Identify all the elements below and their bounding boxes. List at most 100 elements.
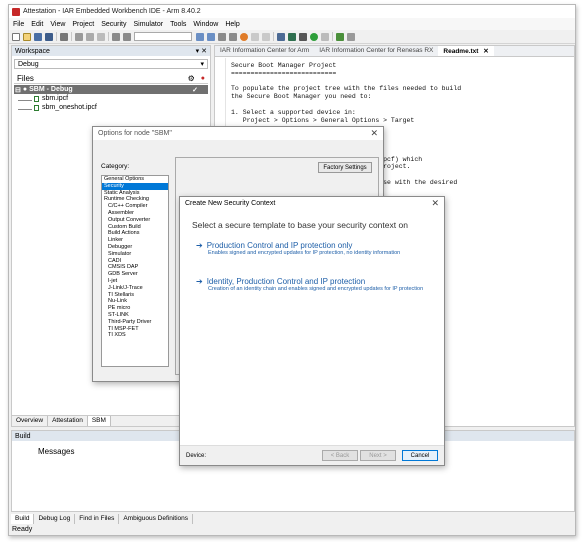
tab-readme[interactable]: Readme.txt ✕ — [438, 46, 494, 56]
copy-icon[interactable] — [86, 32, 94, 41]
tab-sbm[interactable]: SBM — [87, 416, 111, 426]
close-icon[interactable]: ✕ — [370, 128, 378, 139]
security-icon[interactable] — [336, 32, 344, 41]
tree-item-label: SBM - Debug — [29, 86, 73, 93]
cancel-button[interactable]: Cancel — [402, 450, 438, 461]
close-icon[interactable]: ✕ — [483, 48, 488, 55]
category-item[interactable]: CADI — [102, 258, 168, 265]
toolbar-separator — [108, 32, 109, 41]
collapse-icon[interactable]: ⊟ — [15, 86, 21, 94]
category-item[interactable]: J-Link/J-Trace — [102, 285, 168, 292]
print-icon[interactable] — [60, 32, 68, 41]
category-item[interactable]: CMSIS DAP — [102, 264, 168, 271]
category-item[interactable]: GDB Server — [102, 271, 168, 278]
category-item[interactable]: Assembler — [102, 210, 168, 217]
category-item[interactable]: Third-Party Driver — [102, 319, 168, 326]
find-previous-icon[interactable] — [196, 32, 204, 41]
category-item[interactable]: General Options — [102, 176, 168, 183]
redo-icon[interactable] — [123, 32, 131, 41]
tree-file-sbm-ipcf[interactable]: sbm.ipcf — [14, 94, 208, 103]
factory-settings-button[interactable]: Factory Settings — [318, 162, 372, 173]
make-icon[interactable] — [288, 32, 296, 41]
category-item[interactable]: Build Actions — [102, 230, 168, 237]
category-item[interactable]: TI XDS — [102, 332, 168, 339]
cut-icon[interactable] — [75, 32, 83, 41]
download-debug-icon[interactable] — [310, 32, 318, 41]
tab-ambiguous-definitions[interactable]: Ambiguous Definitions — [119, 514, 194, 524]
compile-icon[interactable] — [277, 32, 285, 41]
open-icon[interactable] — [23, 32, 31, 41]
category-item[interactable]: I-jet — [102, 278, 168, 285]
category-list[interactable]: General Options Security Static Analysis Ru… — [101, 175, 169, 367]
menu-edit[interactable]: Edit — [31, 21, 43, 28]
menu-simulator[interactable]: Simulator — [133, 21, 163, 28]
gear-icon[interactable]: ⚙ — [188, 74, 195, 83]
stop-build-icon[interactable] — [299, 32, 307, 41]
menu-tools[interactable]: Tools — [170, 21, 186, 28]
check-icon: ✓ — [192, 86, 198, 94]
option-description: Creation of an identity chain and enable… — [208, 286, 424, 292]
save-all-icon[interactable] — [45, 32, 53, 41]
toolbar-options-icon[interactable] — [347, 32, 355, 41]
tree-project-sbm[interactable]: ⊟ ● SBM - Debug ✓ — [14, 85, 208, 94]
back-button[interactable]: < Back — [322, 450, 358, 461]
tab-debug-log[interactable]: Debug Log — [34, 514, 76, 524]
category-item[interactable]: Debugger — [102, 244, 168, 251]
tab-info-center-arm[interactable]: IAR Information Center for Arm — [215, 46, 314, 56]
undo-icon[interactable] — [112, 32, 120, 41]
category-item[interactable]: Output Converter — [102, 217, 168, 224]
category-item[interactable]: ST-LINK — [102, 312, 168, 319]
close-icon[interactable]: ✕ — [431, 198, 439, 209]
menu-security[interactable]: Security — [101, 21, 126, 28]
arrow-right-icon: ➔ — [196, 241, 203, 250]
menu-help[interactable]: Help — [225, 21, 239, 28]
option-identity-production-control[interactable]: ➔ Identity, Production Control and IP pr… — [196, 277, 426, 293]
workspace-header: Workspace ▾ ✕ — [12, 46, 210, 56]
category-item[interactable]: Linker — [102, 237, 168, 244]
tab-find-in-files[interactable]: Find in Files — [75, 514, 120, 524]
tab-info-center-rx[interactable]: IAR Information Center for Renesas RX — [314, 46, 438, 56]
configuration-select[interactable]: Debug ▾ — [14, 59, 208, 69]
navigate-back-icon[interactable] — [218, 32, 226, 41]
menu-file[interactable]: File — [13, 21, 24, 28]
paste-icon[interactable] — [97, 32, 105, 41]
category-item[interactable]: C/C++ Compiler — [102, 203, 168, 210]
tab-build[interactable]: Build — [11, 514, 35, 524]
category-item[interactable]: Nu-Link — [102, 298, 168, 305]
tree-file-sbm-oneshot-ipcf[interactable]: sbm_oneshot.ipcf — [14, 103, 208, 112]
workspace-title: Workspace — [15, 47, 50, 55]
new-file-icon[interactable] — [12, 32, 20, 41]
menu-view[interactable]: View — [50, 21, 65, 28]
tab-overview[interactable]: Overview — [12, 416, 49, 426]
category-item[interactable]: Simulator — [102, 251, 168, 258]
tab-attestation[interactable]: Attestation — [48, 416, 88, 426]
bookmark-next-icon[interactable] — [262, 32, 270, 41]
category-item[interactable]: TI MSP-FET — [102, 326, 168, 333]
editor-line: Project > Options > General Options > Ta… — [231, 116, 415, 124]
bug-icon[interactable]: ● — [201, 75, 205, 82]
debug-without-download-icon[interactable] — [321, 32, 329, 41]
bookmark-icon[interactable] — [251, 32, 259, 41]
pane-controls[interactable]: ▾ ✕ — [196, 47, 207, 55]
find-next-icon[interactable] — [207, 32, 215, 41]
tree-item-label: sbm.ipcf — [42, 95, 69, 102]
save-icon[interactable] — [34, 32, 42, 41]
option-production-control[interactable]: ➔ Production Control and IP protection o… — [196, 241, 426, 257]
menu-project[interactable]: Project — [72, 21, 94, 28]
category-item[interactable]: Runtime Checking — [102, 196, 168, 203]
toggle-breakpoint-icon[interactable] — [240, 32, 248, 41]
find-combo[interactable] — [134, 32, 192, 41]
category-item[interactable]: Static Analysis — [102, 190, 168, 197]
category-item[interactable]: TI Stellaris — [102, 292, 168, 299]
category-item[interactable]: Custom Build — [102, 224, 168, 231]
editor-line: the Secure Boot Manager you need to: — [231, 93, 372, 101]
file-icon — [34, 95, 39, 102]
navigate-forward-icon[interactable] — [229, 32, 237, 41]
category-item[interactable]: Security — [102, 182, 168, 190]
window-title: Attestation - IAR Embedded Workbench IDE… — [23, 8, 201, 15]
category-item[interactable]: PE micro — [102, 305, 168, 312]
tree-connector — [18, 97, 32, 101]
menu-window[interactable]: Window — [193, 21, 218, 28]
next-button[interactable]: Next > — [360, 450, 396, 461]
